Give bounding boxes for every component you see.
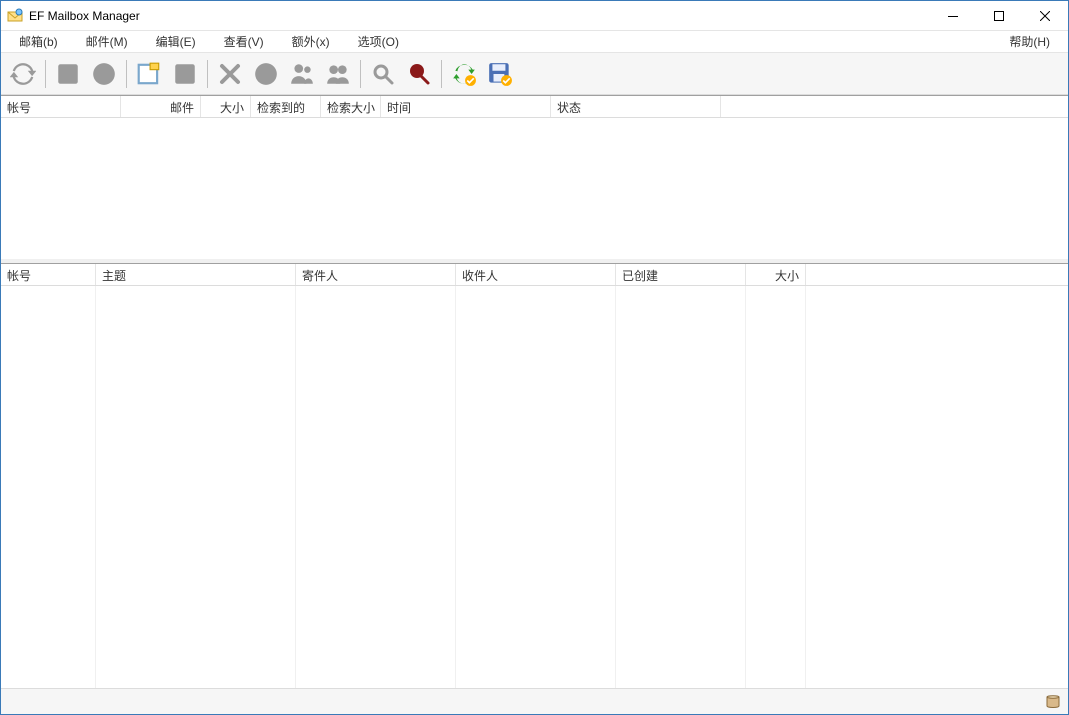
- save-button[interactable]: [484, 58, 516, 90]
- toolbar-separator: [126, 60, 127, 88]
- maximize-button[interactable]: [976, 1, 1022, 30]
- close-button[interactable]: [1022, 1, 1068, 30]
- statusbar: [1, 688, 1068, 714]
- stop-square-button[interactable]: [52, 58, 84, 90]
- toolbar-separator: [441, 60, 442, 88]
- menu-mailbox[interactable]: 邮箱(b): [5, 31, 72, 52]
- menu-extra[interactable]: 额外(x): [278, 31, 344, 52]
- users-alt-button[interactable]: [322, 58, 354, 90]
- mark-button[interactable]: [250, 58, 282, 90]
- messages-grid-header: 帐号 主题 寄件人 收件人 已创建 大小: [1, 264, 1068, 286]
- titlebar: EF Mailbox Manager: [1, 1, 1068, 31]
- col2-to[interactable]: 收件人: [456, 264, 616, 285]
- col2-size[interactable]: 大小: [746, 264, 806, 285]
- col-filler: [721, 96, 1068, 117]
- menu-mail[interactable]: 邮件(M): [72, 31, 142, 52]
- toolbar-separator: [360, 60, 361, 88]
- sync-download-button[interactable]: [448, 58, 480, 90]
- col2-account[interactable]: 帐号: [1, 264, 96, 285]
- toolbar-separator: [45, 60, 46, 88]
- col2-filler: [806, 264, 1068, 285]
- new-mail-button[interactable]: [133, 58, 165, 90]
- accounts-panel: 帐号 邮件 大小 检索到的 检索大小 时间 状态: [1, 95, 1068, 263]
- col-time[interactable]: 时间: [381, 96, 551, 117]
- col-size[interactable]: 大小: [201, 96, 251, 117]
- status-log-icon[interactable]: [1044, 693, 1062, 711]
- col2-created[interactable]: 已创建: [616, 264, 746, 285]
- messages-grid-body[interactable]: [1, 286, 1068, 688]
- toolbar-separator: [207, 60, 208, 88]
- search-button[interactable]: [367, 58, 399, 90]
- app-window: EF Mailbox Manager 邮箱(b) 邮件(M) 编辑(E) 查看(…: [0, 0, 1069, 715]
- menu-edit[interactable]: 编辑(E): [142, 31, 210, 52]
- toolbar: [1, 53, 1068, 95]
- minimize-button[interactable]: [930, 1, 976, 30]
- menu-help[interactable]: 帮助(H): [995, 31, 1064, 52]
- col-mail[interactable]: 邮件: [121, 96, 201, 117]
- col-retrieved[interactable]: 检索到的: [251, 96, 321, 117]
- stop-circle-button[interactable]: [88, 58, 120, 90]
- accounts-grid-header: 帐号 邮件 大小 检索到的 检索大小 时间 状态: [1, 96, 1068, 118]
- users-button[interactable]: [286, 58, 318, 90]
- refresh-button[interactable]: [7, 58, 39, 90]
- col-retrieved-size[interactable]: 检索大小: [321, 96, 381, 117]
- col2-from[interactable]: 寄件人: [296, 264, 456, 285]
- messages-panel: 帐号 主题 寄件人 收件人 已创建 大小: [1, 263, 1068, 688]
- menubar: 邮箱(b) 邮件(M) 编辑(E) 查看(V) 额外(x) 选项(O) 帮助(H…: [1, 31, 1068, 53]
- app-icon: [7, 8, 23, 24]
- menu-options[interactable]: 选项(O): [344, 31, 413, 52]
- accounts-grid-body[interactable]: [1, 118, 1068, 259]
- delete-button[interactable]: [214, 58, 246, 90]
- col2-subject[interactable]: 主题: [96, 264, 296, 285]
- col-account[interactable]: 帐号: [1, 96, 121, 117]
- open-mail-button[interactable]: [169, 58, 201, 90]
- pin-button[interactable]: [403, 58, 435, 90]
- app-title: EF Mailbox Manager: [29, 9, 140, 23]
- window-controls: [930, 1, 1068, 30]
- menu-view[interactable]: 查看(V): [210, 31, 278, 52]
- col-status[interactable]: 状态: [551, 96, 721, 117]
